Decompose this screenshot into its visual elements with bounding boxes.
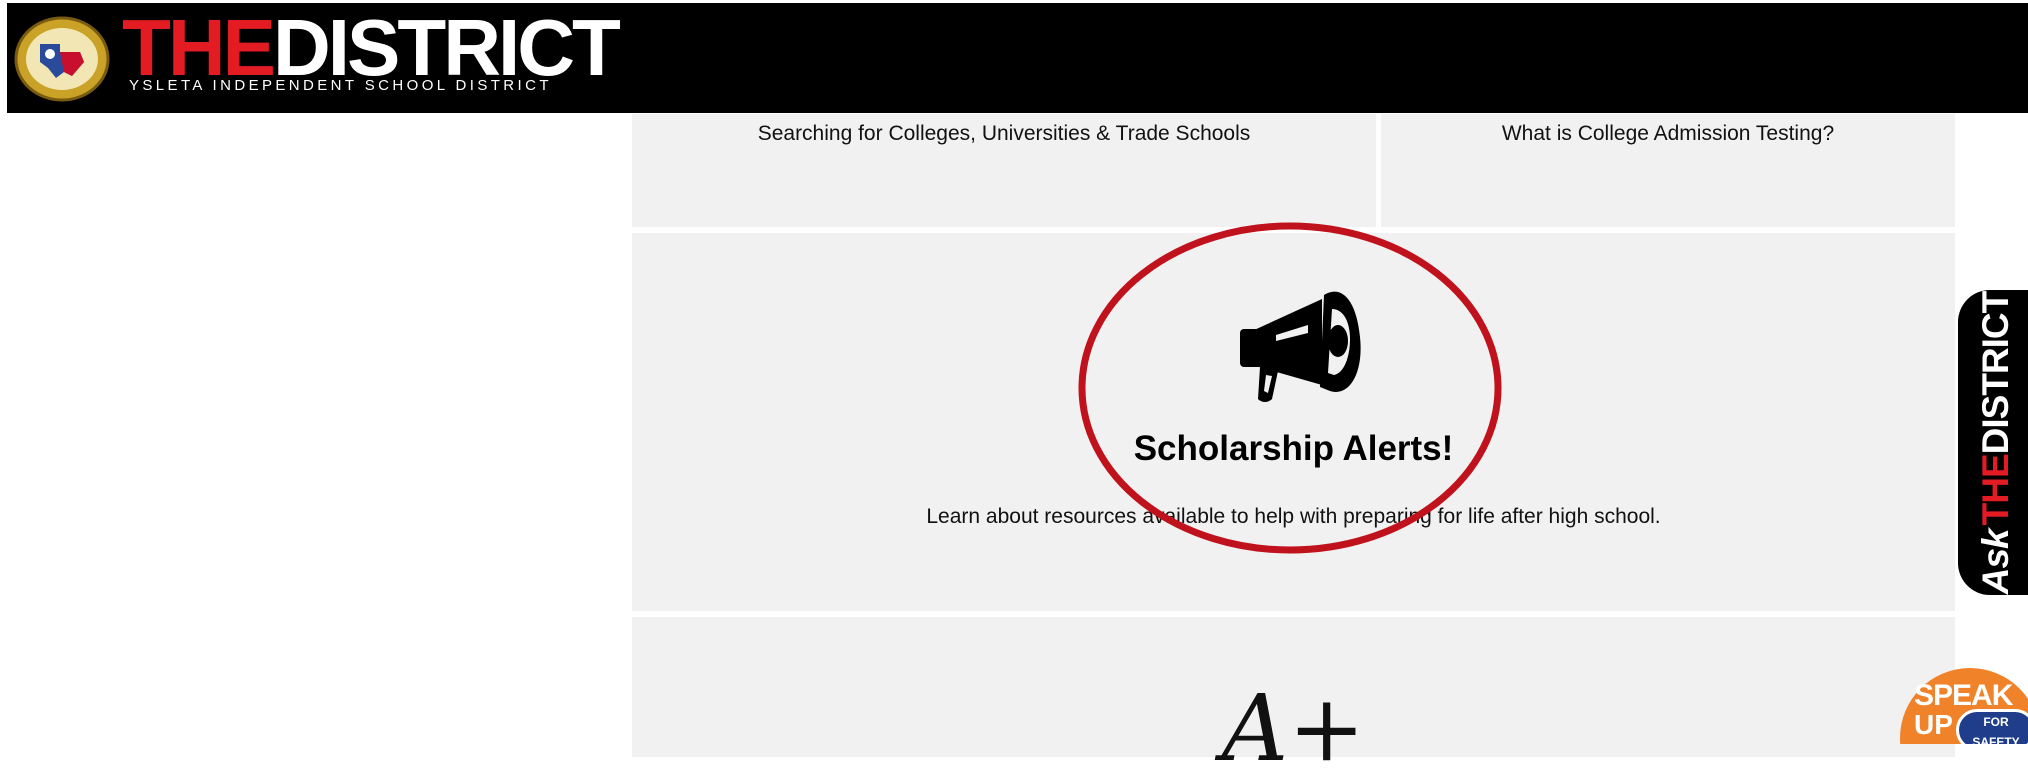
scholarship-title: Scholarship Alerts! bbox=[1133, 429, 1454, 468]
up-text: UP bbox=[1914, 709, 1953, 740]
speak-text: SPEAK bbox=[1914, 679, 2013, 712]
speak-up-for-safety-button[interactable]: SPEAK UP FOR SAFETY bbox=[1898, 665, 2028, 744]
ask-the-district-label: AskTHEDISTRICT bbox=[1975, 292, 2017, 595]
ask-the-district-tab[interactable]: AskTHEDISTRICT bbox=[1958, 290, 2028, 595]
tile-colleges-label: Searching for Colleges, Universities & T… bbox=[757, 122, 1251, 145]
site-header: THEDISTRICT YSLETA INDEPENDENT SCHOOL DI… bbox=[7, 3, 2028, 113]
tile-testing-label: What is College Admission Testing? bbox=[1501, 122, 1835, 145]
tile-colleges[interactable]: Searching for Colleges, Universities & T… bbox=[632, 114, 1376, 227]
for-safety-text: FOR SAFETY bbox=[1956, 709, 2028, 744]
scholarship-description: Learn about resources available to help … bbox=[926, 505, 1661, 528]
ask-text: Ask bbox=[1975, 529, 2016, 595]
tile-grades[interactable]: A+ bbox=[632, 617, 1955, 782]
district-seal-icon[interactable] bbox=[14, 16, 110, 102]
ask-district-text: DISTRICT bbox=[1975, 291, 2016, 455]
megaphone-icon bbox=[1240, 291, 1361, 402]
ask-the-text: THE bbox=[1975, 454, 2016, 526]
tile-scholarship-alerts[interactable]: Scholarship Alerts! Learn about resource… bbox=[632, 233, 1955, 611]
logo-subtitle: YSLETA INDEPENDENT SCHOOL DISTRICT bbox=[129, 77, 552, 94]
tile-admission-testing[interactable]: What is College Admission Testing? bbox=[1381, 114, 1955, 227]
a-plus-icon: A+ bbox=[1221, 675, 1366, 782]
